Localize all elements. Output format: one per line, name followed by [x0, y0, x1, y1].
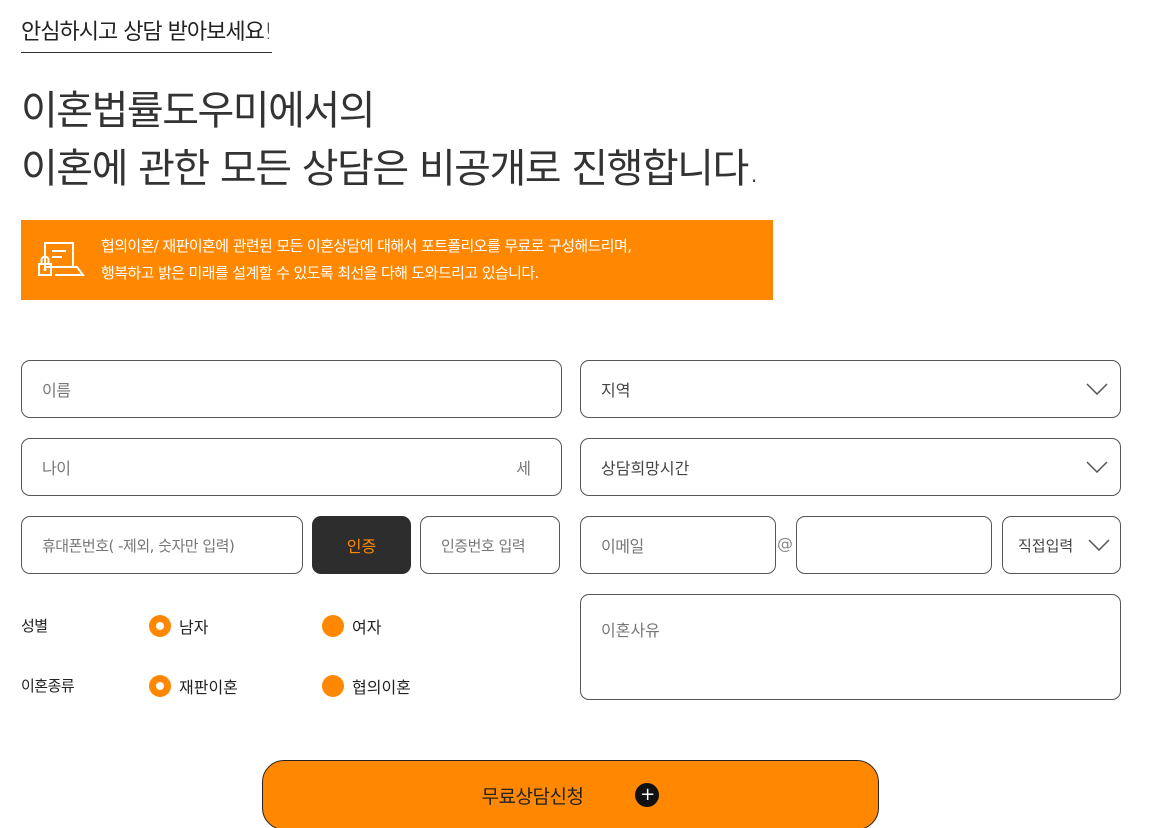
- page-subtitle: 안심하시고 상담 받아보세요!: [21, 14, 273, 53]
- cert-code-placeholder: 인증번호 입력: [441, 536, 526, 555]
- age-input[interactable]: 나이 세: [21, 438, 562, 496]
- notice-text: 협의이혼/ 재판이혼에 관련된 모든 이혼상담에 대해서 포트폴리오를 무료로 …: [101, 233, 632, 287]
- chevron-down-icon: [1086, 383, 1108, 395]
- free-consult-submit-button[interactable]: 무료상담신청 +: [262, 760, 879, 828]
- laptop-lock-icon: [21, 220, 101, 300]
- radio-unchecked-icon: [322, 615, 344, 637]
- region-select[interactable]: 지역: [580, 360, 1121, 418]
- radio-checked-icon: [149, 615, 171, 637]
- gender-radio-male[interactable]: 남자: [149, 614, 208, 638]
- divorce-type-label: 이혼종류: [21, 677, 75, 695]
- notice-line-1: 협의이혼/ 재판이혼에 관련된 모든 이혼상담에 대해서 포트폴리오를 무료로 …: [101, 237, 632, 255]
- submit-label: 무료상담신청: [481, 785, 584, 808]
- page-headline: 이혼법률도우미에서의 이혼에 관한 모든 상담은 비공개로 진행합니다.: [21, 82, 761, 198]
- consult-time-placeholder: 상담희망시간: [601, 459, 690, 478]
- headline-line-2: 이혼에 관한 모든 상담은 비공개로 진행합니다.: [21, 146, 761, 192]
- headline-line-1: 이혼법률도우미에서의: [21, 88, 376, 134]
- name-placeholder: 이름: [42, 381, 71, 400]
- divorce-reason-textarea[interactable]: 이혼사유: [580, 594, 1121, 700]
- email-domain-select-value: 직접입력: [1018, 536, 1074, 555]
- divorce-type-option-trial: 재판이혼: [179, 678, 238, 697]
- gender-option-female: 여자: [352, 618, 382, 637]
- certify-button[interactable]: 인증: [312, 516, 411, 574]
- notice-banner: 협의이혼/ 재판이혼에 관련된 모든 이혼상담에 대해서 포트폴리오를 무료로 …: [21, 220, 773, 300]
- phone-placeholder: 휴대폰번호( -제외, 숫자만 입력): [42, 536, 235, 555]
- consult-time-select[interactable]: 상담희망시간: [580, 438, 1121, 496]
- gender-radio-female[interactable]: 여자: [322, 614, 381, 638]
- email-placeholder: 이메일: [601, 537, 644, 556]
- email-id-input[interactable]: 이메일: [580, 516, 776, 574]
- plus-circle-icon: +: [635, 783, 660, 807]
- divorce-reason-placeholder: 이혼사유: [601, 621, 660, 640]
- phone-input[interactable]: 휴대폰번호( -제외, 숫자만 입력): [21, 516, 303, 574]
- divorce-type-option-agreement: 협의이혼: [352, 678, 411, 697]
- email-domain-input[interactable]: [796, 516, 992, 574]
- name-input[interactable]: 이름: [21, 360, 562, 418]
- chevron-down-icon: [1086, 461, 1108, 473]
- divorce-type-radio-agreement[interactable]: 협의이혼: [322, 674, 411, 698]
- region-placeholder: 지역: [601, 381, 631, 400]
- cert-code-input[interactable]: 인증번호 입력: [420, 516, 560, 574]
- radio-unchecked-icon: [322, 675, 344, 697]
- divorce-type-radio-trial[interactable]: 재판이혼: [149, 674, 238, 698]
- gender-label: 성별: [21, 617, 48, 635]
- notice-line-2: 행복하고 밝은 미래를 설계할 수 있도록 최선을 다해 도와드리고 있습니다.: [101, 264, 539, 282]
- age-placeholder: 나이: [42, 459, 71, 478]
- radio-checked-icon: [149, 675, 171, 697]
- chevron-down-icon: [1088, 539, 1110, 551]
- email-at-sign: @: [777, 534, 793, 553]
- age-unit: 세: [516, 459, 531, 478]
- email-domain-select[interactable]: 직접입력: [1002, 516, 1121, 574]
- gender-option-male: 남자: [179, 618, 209, 637]
